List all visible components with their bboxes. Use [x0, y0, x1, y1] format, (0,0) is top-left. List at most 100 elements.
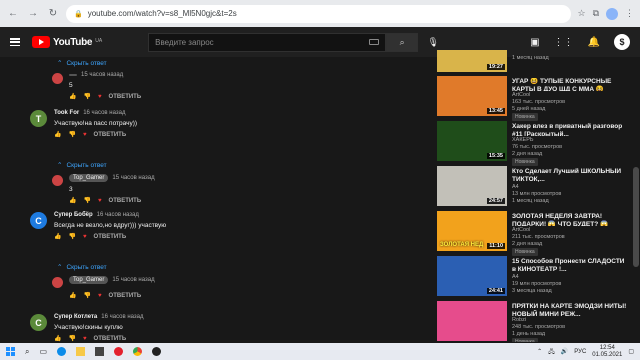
- opera-icon[interactable]: [114, 347, 124, 356]
- like-icon[interactable]: 👍: [54, 335, 61, 342]
- video-channel[interactable]: A4: [512, 274, 629, 280]
- forward-icon[interactable]: →: [26, 8, 40, 19]
- avatar[interactable]: С: [30, 314, 47, 331]
- back-icon[interactable]: ←: [6, 8, 20, 19]
- hamburger-menu-icon[interactable]: [10, 38, 20, 46]
- video-thumbnail[interactable]: ЗОЛОТАЯ НЕД 11:10: [437, 211, 507, 251]
- task-view-icon[interactable]: ▭: [39, 347, 47, 356]
- video-thumbnail[interactable]: 13:45: [437, 76, 507, 116]
- search-button[interactable]: ⌕: [386, 32, 419, 52]
- related-video-item[interactable]: 19:27 1 месяц назад: [437, 50, 629, 76]
- hide-replies-toggle[interactable]: ⌃ Скрыть ответ: [57, 57, 430, 69]
- reply-button[interactable]: ОТВЕТИТЬ: [94, 336, 127, 342]
- avatar[interactable]: С: [30, 212, 47, 229]
- mic-icon[interactable]: 🎙: [426, 35, 440, 49]
- video-title[interactable]: Кто Сделает Лучший ШКОЛЬНЫЙ ТИКТОК,...: [512, 168, 629, 183]
- related-video-item[interactable]: 15:35 Хакер влез в приватный разговор #1…: [437, 121, 629, 166]
- video-channel[interactable]: ХАКЕРЬ: [512, 137, 629, 143]
- avatar[interactable]: [52, 175, 63, 186]
- dislike-icon[interactable]: 👎: [68, 233, 75, 240]
- video-title[interactable]: ЗОЛОТАЯ НЕДЕЛЯ ЗАВТРА! ПОДАРКИ! 😱 ЧТО БУ…: [512, 213, 629, 226]
- address-bar[interactable]: 🔒 youtube.com/watch?v=s8_Ml5N0gjc&t=2s: [66, 4, 572, 23]
- language-indicator[interactable]: РУС: [574, 349, 586, 355]
- video-channel[interactable]: A4: [512, 184, 629, 190]
- comment-author[interactable]: Супер Бобёр: [54, 212, 93, 218]
- comment-author[interactable]: Took For: [54, 110, 79, 116]
- reply-button[interactable]: ОТВЕТИТЬ: [94, 132, 127, 138]
- hide-replies-toggle[interactable]: ⌃ Скрыть ответ: [57, 261, 430, 273]
- related-video-item[interactable]: 13:45 УГАР 😆 ТУПЫЕ КОНКУРСНЫЕ КАРТЫ В ДУ…: [437, 76, 629, 121]
- dislike-icon[interactable]: 👎: [68, 335, 75, 342]
- reply-button[interactable]: ОТВЕТИТЬ: [94, 234, 127, 240]
- video-title[interactable]: 15 Способов Пронести СЛАДОСТИ в КИНОТЕАТ…: [512, 258, 629, 273]
- video-thumbnail[interactable]: [437, 301, 507, 341]
- dislike-icon[interactable]: 👎: [83, 292, 90, 299]
- search-input[interactable]: Введите запрос: [148, 32, 387, 52]
- video-title[interactable]: ПРЯТКИ НА КАРТЕ ЭМОДЗИ НИТЫ! НОВЫЙ МИНИ …: [512, 303, 629, 316]
- chrome-icon[interactable]: [133, 347, 143, 356]
- avatar[interactable]: [52, 277, 63, 288]
- reply-button[interactable]: ОТВЕТИТЬ: [109, 198, 142, 204]
- comment-time[interactable]: 16 часов назад: [83, 110, 125, 116]
- like-icon[interactable]: 👍: [54, 131, 61, 138]
- like-icon[interactable]: 👍: [69, 292, 76, 299]
- edge-icon[interactable]: [57, 347, 67, 356]
- video-thumbnail[interactable]: 15:35: [437, 121, 507, 161]
- video-thumbnail[interactable]: 24:41: [437, 256, 507, 296]
- like-icon[interactable]: 👍: [54, 233, 61, 240]
- related-video-item[interactable]: ЗОЛОТАЯ НЕД 11:10 ЗОЛОТАЯ НЕДЕЛЯ ЗАВТРА!…: [437, 211, 629, 256]
- notifications-icon[interactable]: 🔔: [588, 37, 600, 48]
- video-channel[interactable]: Robzi: [512, 317, 629, 323]
- video-channel[interactable]: ArtCool: [512, 92, 629, 98]
- comment-author[interactable]: Top_Gamer: [69, 276, 109, 284]
- video-title[interactable]: УГАР 😆 ТУПЫЕ КОНКУРСНЫЕ КАРТЫ В ДУО ЩД С…: [512, 78, 629, 91]
- profile-icon[interactable]: [606, 7, 618, 20]
- scrollbar-thumb[interactable]: [633, 167, 639, 267]
- account-avatar[interactable]: $: [614, 34, 630, 50]
- dislike-icon[interactable]: 👎: [68, 131, 75, 138]
- clock[interactable]: 12:54 01.05.2021: [592, 345, 622, 359]
- youtube-logo[interactable]: YouTube UA: [32, 36, 102, 48]
- hide-replies-toggle[interactable]: ⌃ Скрыть ответ: [57, 159, 430, 171]
- comment-author[interactable]: [69, 74, 77, 76]
- avatar[interactable]: T: [30, 110, 47, 127]
- dislike-icon[interactable]: 👎: [83, 197, 90, 204]
- network-icon[interactable]: 🖧: [548, 347, 555, 357]
- reply-button[interactable]: ОТВЕТИТЬ: [109, 293, 142, 299]
- comment-author[interactable]: Top_Gamer: [69, 174, 109, 182]
- related-video-item[interactable]: 24:41 15 Способов Пронести СЛАДОСТИ в КИ…: [437, 256, 629, 301]
- create-video-icon[interactable]: ▣: [530, 37, 539, 48]
- like-icon[interactable]: 👍: [69, 93, 76, 100]
- explorer-icon[interactable]: [76, 347, 86, 356]
- reload-icon[interactable]: ↻: [46, 8, 60, 19]
- volume-icon[interactable]: 🔊: [561, 348, 568, 355]
- bookmark-icon[interactable]: ☆: [577, 8, 585, 19]
- notifications-tray-icon[interactable]: ▢: [628, 348, 634, 355]
- video-thumbnail[interactable]: 19:27: [437, 50, 507, 72]
- tray-chevron-icon[interactable]: ⌃: [537, 348, 542, 355]
- comment-time[interactable]: 15 часов назад: [81, 72, 123, 78]
- dislike-icon[interactable]: 👎: [83, 93, 90, 100]
- like-icon[interactable]: 👍: [69, 197, 76, 204]
- store-icon[interactable]: [95, 347, 105, 356]
- menu-icon[interactable]: ⋮: [625, 8, 634, 19]
- extensions-icon[interactable]: ⧉: [593, 8, 599, 19]
- comment-author[interactable]: Супер Котлета: [54, 314, 97, 320]
- related-video-item[interactable]: ПРЯТКИ НА КАРТЕ ЭМОДЗИ НИТЫ! НОВЫЙ МИНИ …: [437, 301, 629, 342]
- video-channel[interactable]: ArtCool: [512, 227, 629, 233]
- recorder-icon[interactable]: [152, 347, 162, 356]
- keyboard-icon[interactable]: [369, 39, 380, 45]
- comment-time[interactable]: 16 часов назад: [97, 212, 139, 218]
- video-thumbnail[interactable]: 24:57: [437, 166, 507, 206]
- scrollbar[interactable]: [632, 57, 640, 343]
- search-taskbar-icon[interactable]: ⌕: [25, 347, 29, 357]
- video-title[interactable]: Хакер влез в приватный разговор #11 [Рас…: [512, 123, 629, 136]
- reply-button[interactable]: ОТВЕТИТЬ: [109, 94, 142, 100]
- related-video-item[interactable]: 24:57 Кто Сделает Лучший ШКОЛЬНЫЙ ТИКТОК…: [437, 166, 629, 211]
- comment-time[interactable]: 15 часов назад: [112, 175, 154, 181]
- comment-time[interactable]: 15 часов назад: [112, 277, 154, 283]
- windows-start-icon[interactable]: [6, 347, 15, 356]
- avatar[interactable]: [52, 73, 63, 84]
- comment-time[interactable]: 16 часов назад: [101, 314, 143, 320]
- apps-grid-icon[interactable]: ⋮⋮: [554, 37, 574, 48]
